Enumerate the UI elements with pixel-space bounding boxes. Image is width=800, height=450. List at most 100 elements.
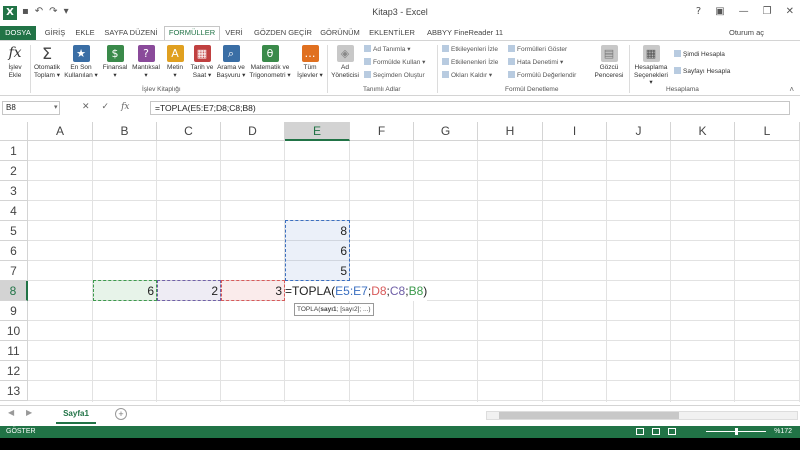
cell-c8[interactable]: 2 [157,281,221,301]
row-header[interactable]: 11 [0,341,28,361]
date-time-button[interactable]: ▦ Tarih ve Saat ▾ [187,43,217,79]
normal-view-icon[interactable] [636,428,644,435]
zoom-slider-thumb[interactable] [735,428,738,435]
trace-precedents-button[interactable]: Etkileyenleri İzle [442,45,498,53]
row-header[interactable]: 4 [0,201,28,221]
prev-sheet-icon[interactable]: ◀ [8,408,14,417]
calculate-now-button[interactable]: Şimdi Hesapla [674,50,725,58]
autosum-button[interactable]: Σ Otomatik Toplam ▾ [32,43,62,79]
column-header[interactable]: J [607,122,671,141]
text-button[interactable]: A Metin ▾ [160,43,190,79]
create-from-selection-button[interactable]: Seçimden Oluştur [364,71,425,79]
row-header-selected[interactable]: 8 [0,281,28,301]
column-header[interactable]: H [478,122,543,141]
define-name-button[interactable]: Ad Tanımla ▾ [364,45,410,53]
tab-addins[interactable]: EKLENTİLER [368,26,416,40]
minimize-icon[interactable]: — [739,6,749,17]
row-header[interactable]: 6 [0,241,28,261]
row-header[interactable]: 3 [0,181,28,201]
sheet-tab-sayfa1[interactable]: Sayfa1 [56,406,96,424]
column-header[interactable]: A [28,122,93,141]
close-icon[interactable]: ✕ [786,6,794,17]
tab-page-layout[interactable]: SAYFA DÜZENİ [102,26,160,40]
sign-in-link[interactable]: Oturum aç [729,26,764,40]
undo-icon[interactable]: ↶ [35,6,43,17]
worksheet-grid[interactable]: A B C D E F G H I J K L 1 2 3 4 5 6 7 8 … [0,122,800,402]
tab-file[interactable]: DOSYA [0,26,36,40]
function-library-label: İşlev Kitaplığı [142,86,181,93]
watch-window-icon: ▤ [600,45,618,62]
tab-insert[interactable]: EKLE [72,26,98,40]
insert-function-icon[interactable]: fx [121,102,129,112]
help-icon[interactable]: ? [696,6,701,17]
column-header[interactable]: C [157,122,221,141]
logical-button[interactable]: ? Mantıksal ▾ [131,43,161,79]
recently-used-button[interactable]: ★ En Son Kullanılan ▾ [64,43,98,79]
error-checking-button[interactable]: Hata Denetimi ▾ [508,58,563,66]
column-header[interactable]: D [221,122,285,141]
row-header[interactable]: 2 [0,161,28,181]
scroll-thumb[interactable] [499,412,679,419]
collapse-ribbon-icon[interactable]: ˄ [789,85,794,94]
use-in-formula-button[interactable]: Formülde Kullan ▾ [364,58,425,66]
cell-b8[interactable]: 6 [93,281,157,301]
column-header[interactable]: I [543,122,607,141]
row-header[interactable]: 10 [0,321,28,341]
calculate-sheet-button[interactable]: Sayfayı Hesapla [674,67,730,75]
more-functions-button[interactable]: … Tüm İşlevler ▾ [295,43,325,79]
name-manager-button[interactable]: ◈ Ad Yöneticisi [330,43,360,79]
column-header-selected[interactable]: E [285,122,350,141]
cell-e6[interactable]: 6 [285,241,350,261]
cell-e7[interactable]: 5 [285,261,350,281]
maximize-icon[interactable]: ❐ [763,6,772,17]
watch-window-button[interactable]: ▤ Gözcü Penceresi [592,43,626,79]
row-header[interactable]: 7 [0,261,28,281]
evaluate-formula-button[interactable]: Formülü Değerlendir [508,71,576,79]
insert-function-button[interactable]: fx İşlev Ekle [2,43,28,79]
page-break-view-icon[interactable] [668,428,676,435]
zoom-level[interactable]: %172 [774,426,792,438]
math-trig-button[interactable]: θ Matematik ve Trigonometri ▾ [247,43,293,79]
row-header[interactable]: 1 [0,141,28,161]
cell-e5[interactable]: 8 [285,221,350,241]
column-header[interactable]: G [414,122,478,141]
tab-abbyy[interactable]: ABBYY FineReader 11 [424,26,506,40]
row-header[interactable]: 9 [0,301,28,321]
cell-e8-editor[interactable]: =TOPLA(E5:E7;D8;C8;B8) [285,281,428,301]
financial-icon: $ [106,45,124,62]
cancel-icon[interactable]: ✕ [82,102,90,112]
tab-data[interactable]: VERİ [222,26,246,40]
tab-formulas[interactable]: FORMÜLLER [164,26,220,40]
formula-input[interactable]: =TOPLA(E5:E7;D8;C8;B8) [150,101,790,115]
trace-dependents-button[interactable]: Etkilenenleri İzle [442,58,498,66]
select-all-corner[interactable] [0,122,28,141]
remove-arrows-button[interactable]: Okları Kaldır ▾ [442,71,492,79]
redo-icon[interactable]: ↷ [49,6,57,17]
show-formulas-button[interactable]: Formülleri Göster [508,45,567,53]
trace-dependents-icon [442,58,449,65]
row-header[interactable]: 13 [0,381,28,401]
calculation-options-button[interactable]: ▦ Hesaplama Seçenekleri ▾ [632,43,670,87]
enter-icon[interactable]: ✓ [102,102,110,112]
next-sheet-icon[interactable]: ▶ [26,408,32,417]
name-box[interactable]: B8 [2,101,60,115]
column-header[interactable]: K [671,122,735,141]
column-header[interactable]: L [735,122,800,141]
row-header[interactable]: 5 [0,221,28,241]
cell-d8[interactable]: 3 [221,281,285,301]
tab-review[interactable]: GÖZDEN GEÇİR [252,26,314,40]
lookup-reference-button[interactable]: ⌕ Arama ve Başvuru ▾ [216,43,246,79]
horizontal-scrollbar[interactable] [486,411,798,420]
ribbon-display-icon[interactable]: ▣ [715,6,724,17]
financial-button[interactable]: $ Finansal ▾ [100,43,130,79]
tab-home[interactable]: GİRİŞ [40,26,70,40]
page-layout-view-icon[interactable] [652,428,660,435]
tab-view[interactable]: GÖRÜNÜM [318,26,362,40]
add-sheet-icon[interactable]: + [115,408,127,420]
column-header[interactable]: F [350,122,414,141]
column-header[interactable]: B [93,122,157,141]
customize-qat-icon[interactable]: ▾ [64,6,69,17]
row-header[interactable]: 12 [0,361,28,381]
name-box-dropdown-icon[interactable]: ▾ [54,103,58,111]
save-icon[interactable]: ▪ [22,6,29,17]
